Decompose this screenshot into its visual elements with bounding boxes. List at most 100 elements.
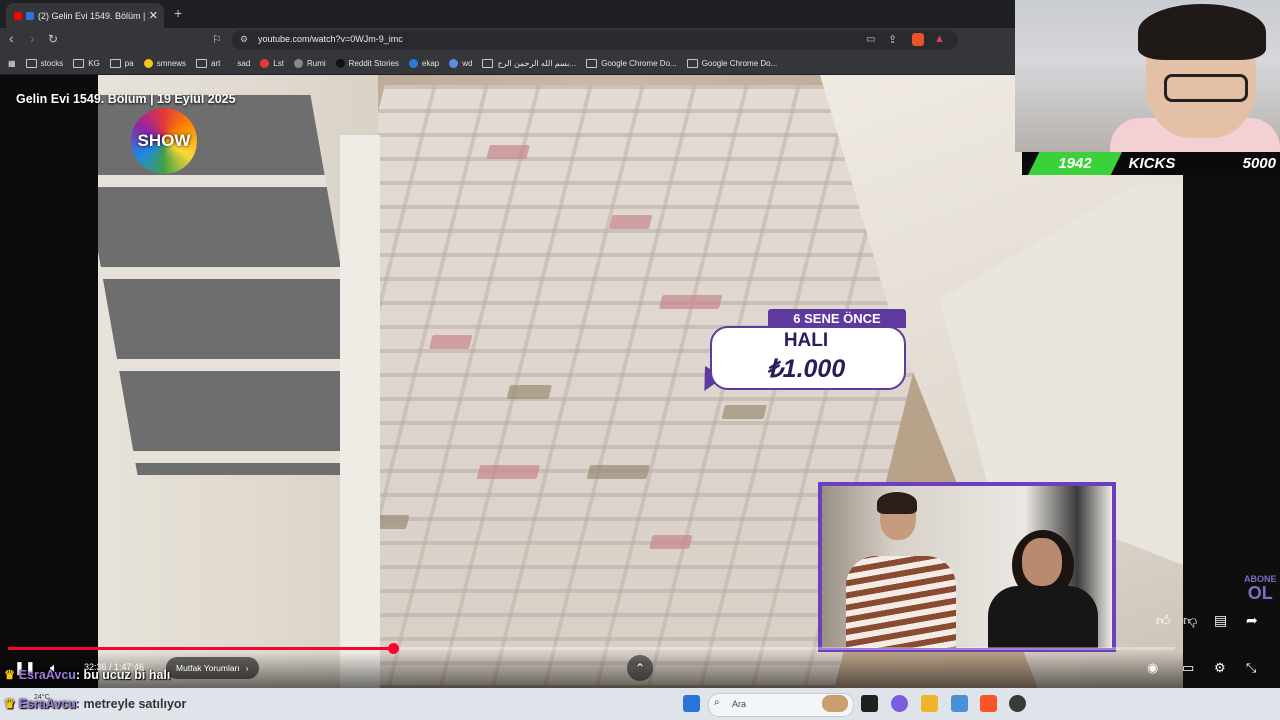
- chapter-button[interactable]: Mutfak Yorumları ›: [166, 657, 259, 679]
- bookmark-smnews[interactable]: smnews: [143, 58, 186, 68]
- windows-taskbar: [0, 688, 1280, 720]
- search-icon: ⌕: [714, 697, 720, 708]
- subscribe-watermark: ABONE OL: [1244, 574, 1277, 602]
- windows-start-icon[interactable]: [683, 695, 700, 712]
- site-info-icon[interactable]: ⚙: [240, 34, 248, 45]
- webcam-hair: [1138, 4, 1266, 60]
- reload-icon[interactable]: ↻: [48, 32, 58, 46]
- chat-user: EsraAvcu: [18, 668, 76, 682]
- rug-pattern: [428, 335, 473, 349]
- chat-message: ♛ EsraAvcu: bu ucuz bi halı: [4, 667, 170, 682]
- bookmark-icon[interactable]: ⚐: [212, 33, 222, 46]
- pip-person-right-head: [1022, 538, 1062, 586]
- rug-pattern: [476, 465, 541, 479]
- search-highlight-icon: [822, 695, 848, 712]
- bookmark-kg[interactable]: KG: [73, 58, 100, 68]
- bookmark-sad[interactable]: sad: [230, 58, 250, 68]
- snipping-tool-icon[interactable]: [951, 695, 968, 712]
- rug-pattern: [658, 295, 723, 309]
- reddit-icon: [335, 58, 345, 68]
- bookmark-arabic[interactable]: بسم الله الرحمن الرح...: [482, 58, 576, 68]
- page-icon: [482, 58, 494, 68]
- rug-pattern: [721, 405, 768, 419]
- tab-close-icon[interactable]: ✕: [149, 9, 158, 22]
- rug-pattern: [649, 535, 693, 549]
- smnews-icon: [143, 58, 153, 68]
- new-tab-button[interactable]: +: [174, 5, 182, 21]
- chat-text: : bu ucuz bi halı: [75, 668, 171, 682]
- chat-text: : metreyle satılıyor: [75, 697, 187, 711]
- price-bubble-header: 6 SENE ÖNCE: [768, 309, 906, 328]
- forward-icon[interactable]: ›: [30, 30, 35, 46]
- bookmark-google-chrome-1[interactable]: Google Chrome Do...: [586, 58, 677, 68]
- chapter-label: Mutfak Yorumları: [176, 663, 240, 673]
- install-icon[interactable]: ▭: [866, 34, 875, 45]
- back-icon[interactable]: ‹: [9, 30, 14, 46]
- comments-icon[interactable]: ▤: [1214, 612, 1227, 629]
- dislike-icon[interactable]: 👎︎: [1183, 612, 1197, 629]
- score-label: KICKS: [1128, 155, 1176, 172]
- crown-icon: ♛: [4, 668, 16, 682]
- bookmark-pa[interactable]: pa: [109, 58, 134, 68]
- chat-message: ♛ EsraAvcu: metreyle satılıyor: [4, 696, 186, 711]
- share-icon[interactable]: ⇪: [888, 33, 897, 46]
- exit-fullscreen-icon[interactable]: ⤡: [1246, 660, 1256, 676]
- price-bubble-price: ₺1.000: [766, 355, 846, 383]
- bookmark-rumi[interactable]: Rumi: [293, 58, 326, 68]
- price-bubble-item: HALI: [783, 330, 829, 351]
- chevron-up-icon[interactable]: ⌃: [627, 655, 653, 681]
- folder-icon: [196, 58, 208, 68]
- chevron-right-icon: ›: [245, 663, 249, 673]
- wd-icon: [449, 58, 459, 68]
- bookmark-art[interactable]: art: [196, 58, 220, 68]
- bookmark-google-chrome-2[interactable]: Google Chrome Do...: [686, 58, 777, 68]
- rewards-icon[interactable]: ▲: [934, 33, 945, 45]
- pip-person-left: [846, 556, 956, 648]
- task-view-icon[interactable]: [861, 695, 878, 712]
- score-right: 5000: [1242, 155, 1276, 172]
- sad-icon: [230, 58, 234, 68]
- folder-icon: [686, 58, 698, 68]
- video-letterbox-left: [0, 75, 98, 688]
- share-arrow-icon[interactable]: ➦: [1246, 612, 1258, 629]
- rug-pattern: [506, 385, 552, 399]
- apps-grid-icon[interactable]: ▦: [8, 59, 16, 68]
- extension-favicon-icon: [26, 11, 34, 20]
- obs-icon[interactable]: [1009, 695, 1026, 712]
- subscribe-bottom-text: OL: [1247, 583, 1273, 603]
- show-tv-logo: SHOW: [131, 108, 197, 174]
- rumi-icon: [293, 58, 303, 68]
- pip-person-right: [988, 586, 1098, 648]
- chat-user: EsraAvcu: [18, 697, 76, 711]
- folder-icon: [586, 58, 598, 68]
- file-explorer-icon[interactable]: [921, 695, 938, 712]
- search-placeholder: Ara: [732, 699, 747, 709]
- bookmarks-bar: ▦ stocks KG pa smnews art sad Lst Rumi R…: [0, 52, 1015, 75]
- youtube-favicon-icon: [14, 11, 22, 20]
- crown-icon: ♛: [4, 697, 16, 711]
- autoplay-toggle-icon[interactable]: ◉: [1147, 660, 1158, 676]
- score-left: 1942: [1028, 152, 1122, 175]
- video-title[interactable]: Gelin Evi 1549. Bölüm | 19 Eylül 2025: [16, 92, 236, 106]
- settings-gear-icon[interactable]: ⚙: [1214, 660, 1226, 676]
- bookmark-reddit-stories[interactable]: Reddit Stories: [335, 58, 399, 68]
- brave-browser-icon[interactable]: [980, 695, 997, 712]
- video-door-frame: [340, 135, 380, 688]
- lst-icon: [260, 58, 270, 68]
- folder-icon: [25, 58, 37, 68]
- rug-pattern: [586, 465, 651, 479]
- bookmark-wd[interactable]: wd: [449, 58, 472, 68]
- folder-icon: [109, 58, 121, 68]
- bookmark-stocks[interactable]: stocks: [25, 58, 63, 68]
- folder-icon: [73, 58, 85, 68]
- copilot-icon[interactable]: [891, 695, 908, 712]
- brave-shield-icon[interactable]: [912, 33, 924, 46]
- captions-icon[interactable]: ▭: [1182, 660, 1194, 676]
- like-icon[interactable]: 👍︎: [1156, 612, 1171, 629]
- bookmark-ekap[interactable]: ekap: [408, 58, 439, 68]
- ekap-icon: [408, 58, 418, 68]
- pip-person-left-hair: [877, 492, 917, 514]
- browser-tab[interactable]: (2) Gelin Evi 1549. Bölüm | 19 ✕: [6, 3, 164, 28]
- url-text: youtube.com/watch?v=0WJm-9_imc: [258, 34, 403, 44]
- bookmark-lst[interactable]: Lst: [260, 58, 284, 68]
